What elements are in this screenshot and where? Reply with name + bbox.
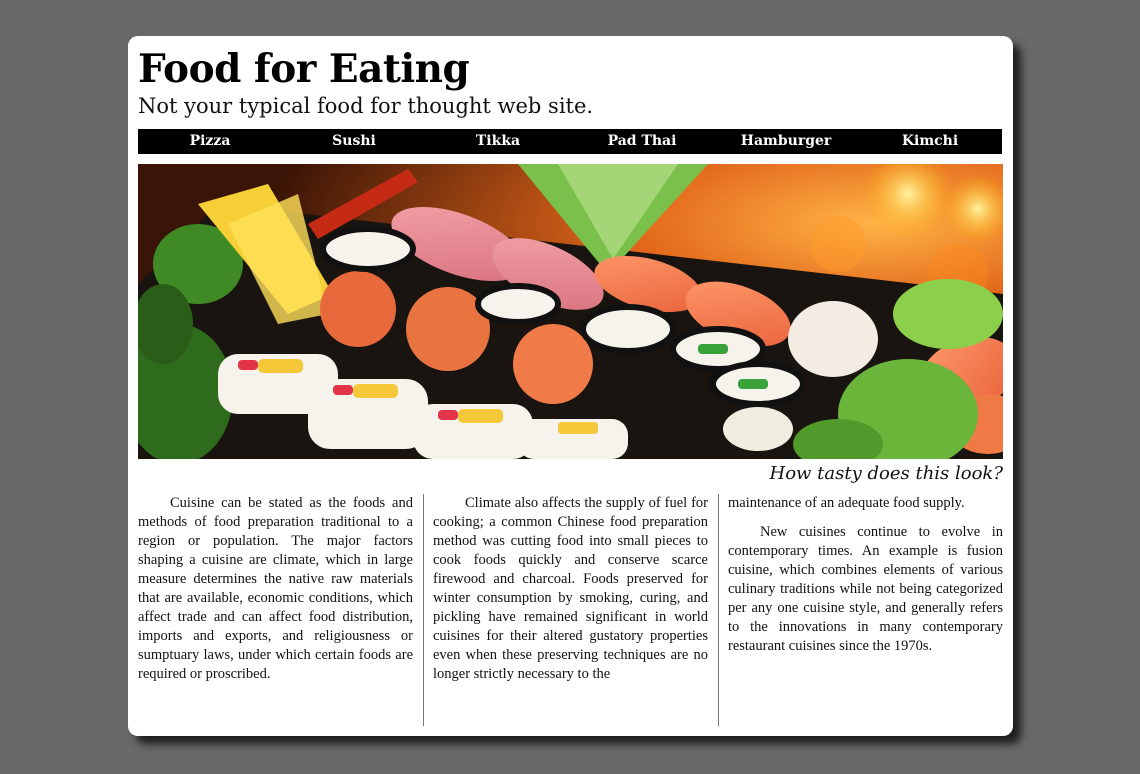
nav-item-kimchi[interactable]: Kimchi [858,129,1002,154]
nav-item-sushi[interactable]: Sushi [282,129,426,154]
article-column-2: Climate also affects the supply of fuel … [433,494,708,726]
paragraph-new-cuisines: New cuisines continue to evolve in conte… [728,524,1003,654]
nav-item-tikka[interactable]: Tikka [426,129,570,154]
paragraph-climate: Climate also affects the supply of fuel … [433,495,708,682]
nav-item-pad-thai[interactable]: Pad Thai [570,129,714,154]
site-title: Food for Eating [138,46,470,92]
hero-image [138,164,1003,459]
nav-item-hamburger[interactable]: Hamburger [714,129,858,154]
article-column-1: Cuisine can be stated as the foods and m… [138,494,413,726]
column-divider [423,494,424,726]
site-tagline: Not your typical food for thought web si… [138,94,594,118]
hero-caption: How tasty does this look? [769,463,1004,484]
page-card: Food for Eating Not your typical food fo… [128,36,1013,736]
nav-item-pizza[interactable]: Pizza [138,129,282,154]
sushi-platter-photo [138,164,1003,459]
paragraph-cuisine: Cuisine can be stated as the foods and m… [138,495,413,682]
column-divider [718,494,719,726]
article-columns: Cuisine can be stated as the foods and m… [138,494,1003,726]
article-column-3: maintenance of an adequate food supply. … [728,494,1003,726]
main-nav: Pizza Sushi Tikka Pad Thai Hamburger Kim… [138,129,1002,154]
paragraph-climate-continued: maintenance of an adequate food supply. [728,495,965,511]
